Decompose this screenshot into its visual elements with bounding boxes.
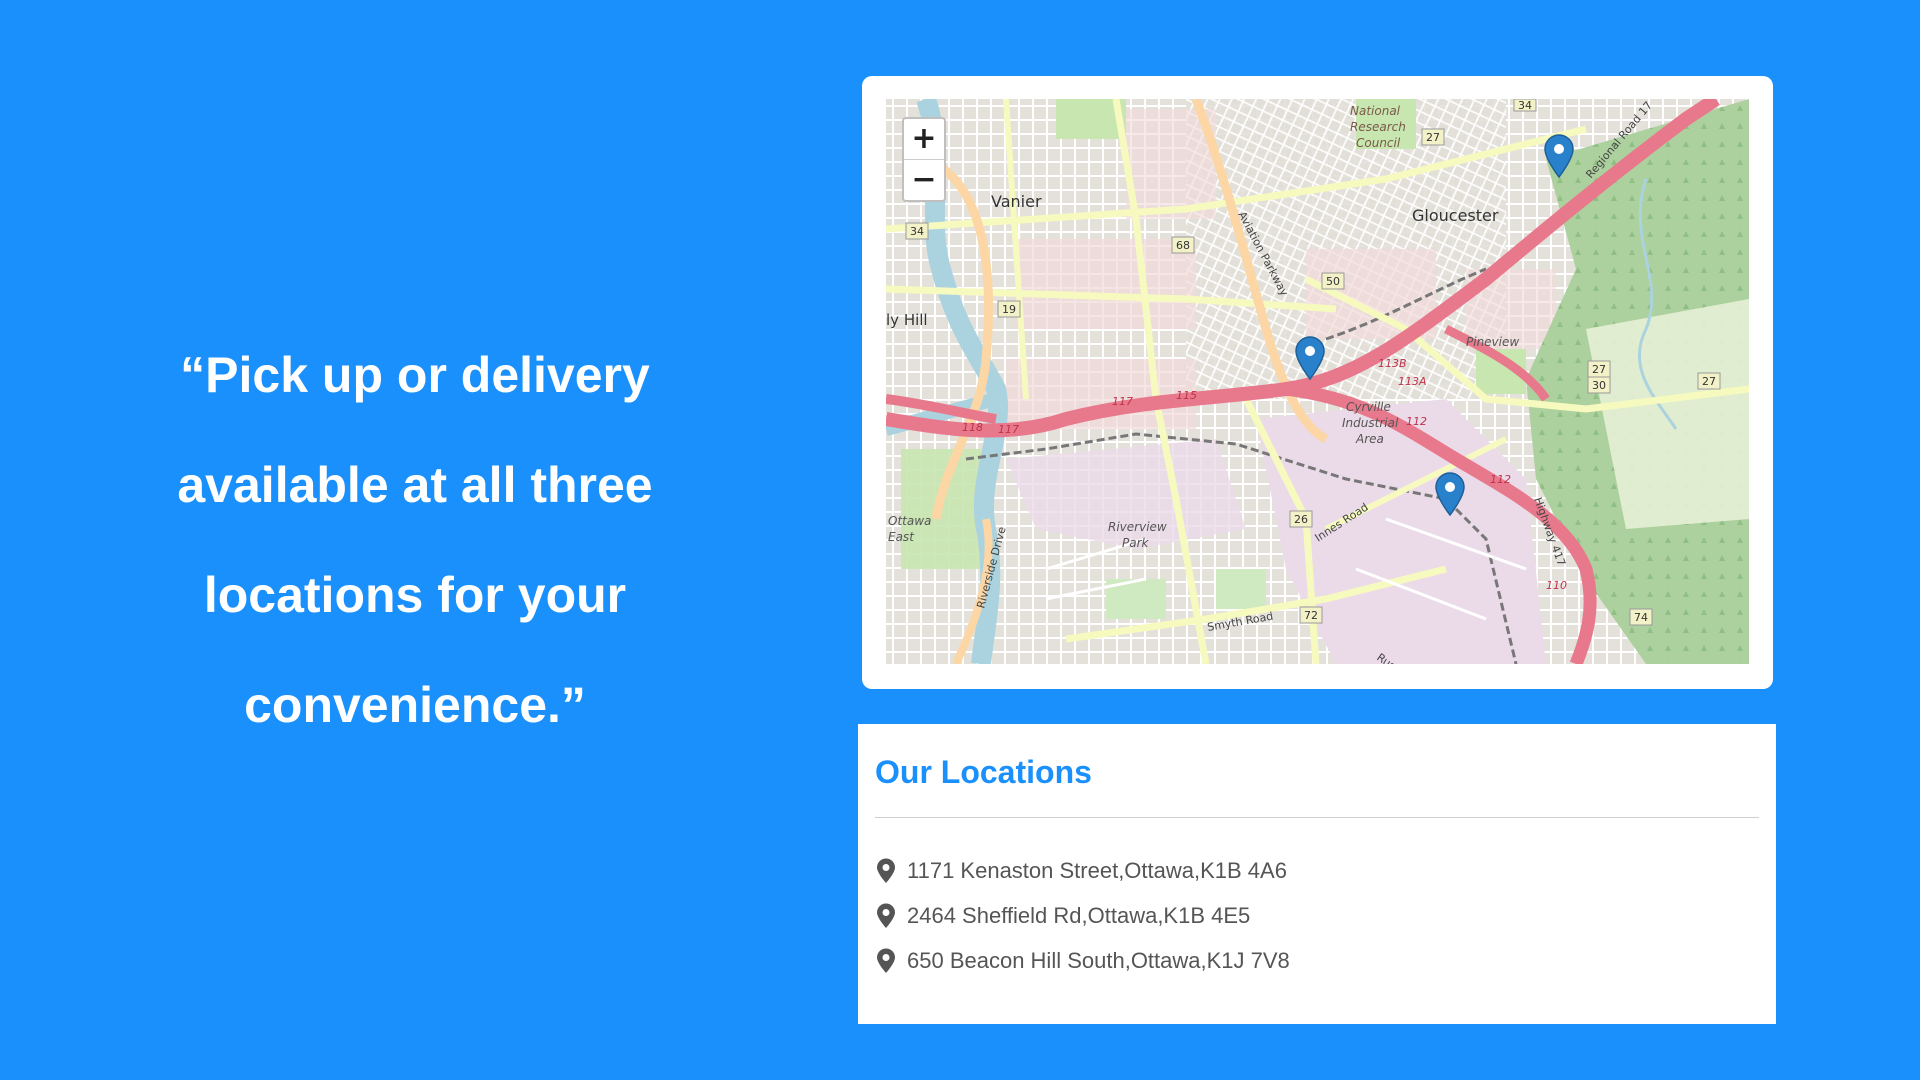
- label-cyrville-2: Industrial: [1342, 416, 1399, 430]
- location-address: 2464 Sheffield Rd,Ottawa,K1B 4E5: [907, 902, 1251, 928]
- map-marker-location-2[interactable]: [1293, 335, 1327, 381]
- svg-text:34: 34: [910, 225, 924, 238]
- exit-115: 115: [1176, 389, 1197, 402]
- shield-34-a: 34: [905, 222, 929, 240]
- shield-19: 19: [997, 300, 1021, 318]
- exit-112-a: 112: [1406, 415, 1427, 428]
- locations-title: Our Locations: [875, 754, 1092, 790]
- location-address: 1171 Kenaston Street,Ottawa,K1B 4A6: [907, 857, 1287, 883]
- svg-text:74: 74: [1634, 611, 1648, 624]
- exit-118: 118: [962, 421, 983, 434]
- shield-34-b: 34: [1513, 99, 1537, 112]
- label-nrc-3: Council: [1356, 136, 1401, 150]
- locations-panel: Our Locations 1171 Kenaston Street,Ottaw…: [858, 724, 1776, 1024]
- zoom-in-button[interactable]: +: [904, 119, 944, 159]
- label-cyrville-1: Cyrville: [1346, 400, 1391, 414]
- shield-50: 50: [1321, 272, 1345, 290]
- svg-text:34: 34: [1518, 99, 1532, 112]
- location-item[interactable]: 650 Beacon Hill South,Ottawa,K1J 7V8: [875, 938, 1290, 983]
- map-pin-icon: [877, 858, 895, 883]
- locations-divider: [875, 817, 1759, 818]
- svg-text:68: 68: [1176, 239, 1190, 252]
- location-address: 650 Beacon Hill South,Ottawa,K1J 7V8: [907, 947, 1290, 973]
- map-pin-icon: [877, 948, 895, 973]
- svg-text:19: 19: [1002, 303, 1016, 316]
- svg-text:50: 50: [1326, 275, 1340, 288]
- shield-68: 68: [1171, 236, 1195, 254]
- label-ly-hill: ly Hill: [886, 311, 928, 329]
- quote-line-2: available at all three: [177, 457, 653, 513]
- zoom-control: + −: [902, 117, 946, 202]
- label-gloucester: Gloucester: [1412, 206, 1499, 225]
- shield-74: 74: [1629, 608, 1653, 626]
- label-nrc-1: National: [1350, 104, 1401, 118]
- label-cyrville-3: Area: [1355, 432, 1384, 446]
- exit-117-a: 117: [1112, 395, 1133, 408]
- label-nrc-2: Research: [1350, 120, 1406, 134]
- exit-110: 110: [1546, 579, 1567, 592]
- quote-line-1: “Pick up or delivery: [180, 347, 650, 403]
- quote-line-3: locations for your: [203, 567, 627, 623]
- locations-list: 1171 Kenaston Street,Ottawa,K1B 4A6 2464…: [875, 848, 1290, 983]
- exit-112-b: 112: [1490, 473, 1511, 486]
- shield-27-c: 27: [1697, 372, 1721, 390]
- svg-text:72: 72: [1304, 609, 1318, 622]
- map-view[interactable]: + − Vanier Gloucester Pineview ly Hill N…: [886, 99, 1749, 664]
- location-item[interactable]: 1171 Kenaston Street,Ottawa,K1B 4A6: [875, 848, 1290, 893]
- shield-30: 30: [1587, 376, 1611, 394]
- label-ottawa-east-1: Ottawa: [888, 514, 931, 528]
- exit-113a: 113A: [1398, 375, 1427, 388]
- shield-27-b: 27: [1587, 360, 1611, 378]
- shield-72: 72: [1299, 606, 1323, 624]
- svg-text:26: 26: [1294, 513, 1308, 526]
- label-riverview-2: Park: [1122, 536, 1150, 550]
- map-tiles: Vanier Gloucester Pineview ly Hill Natio…: [886, 99, 1749, 664]
- label-riverview-1: Riverview: [1108, 520, 1167, 534]
- label-pineview: Pineview: [1466, 335, 1519, 349]
- map-card: + − Vanier Gloucester Pineview ly Hill N…: [862, 76, 1773, 689]
- svg-text:27: 27: [1426, 131, 1440, 144]
- shield-26: 26: [1289, 510, 1313, 528]
- svg-text:27: 27: [1702, 375, 1716, 388]
- svg-text:27: 27: [1592, 363, 1606, 376]
- map-marker-location-3[interactable]: [1433, 471, 1467, 517]
- shield-27-a: 27: [1421, 128, 1445, 146]
- map-pin-icon: [877, 903, 895, 928]
- svg-text:30: 30: [1592, 379, 1606, 392]
- zoom-out-button[interactable]: −: [904, 159, 944, 200]
- location-item[interactable]: 2464 Sheffield Rd,Ottawa,K1B 4E5: [875, 893, 1290, 938]
- map-marker-location-1[interactable]: [1542, 133, 1576, 179]
- label-vanier: Vanier: [991, 192, 1042, 211]
- exit-117-b: 117: [998, 423, 1019, 436]
- label-ottawa-east-2: East: [888, 530, 915, 544]
- exit-113b: 113B: [1378, 357, 1407, 370]
- promo-quote: “Pick up or delivery available at all th…: [115, 320, 715, 760]
- quote-line-4: convenience.”: [244, 677, 586, 733]
